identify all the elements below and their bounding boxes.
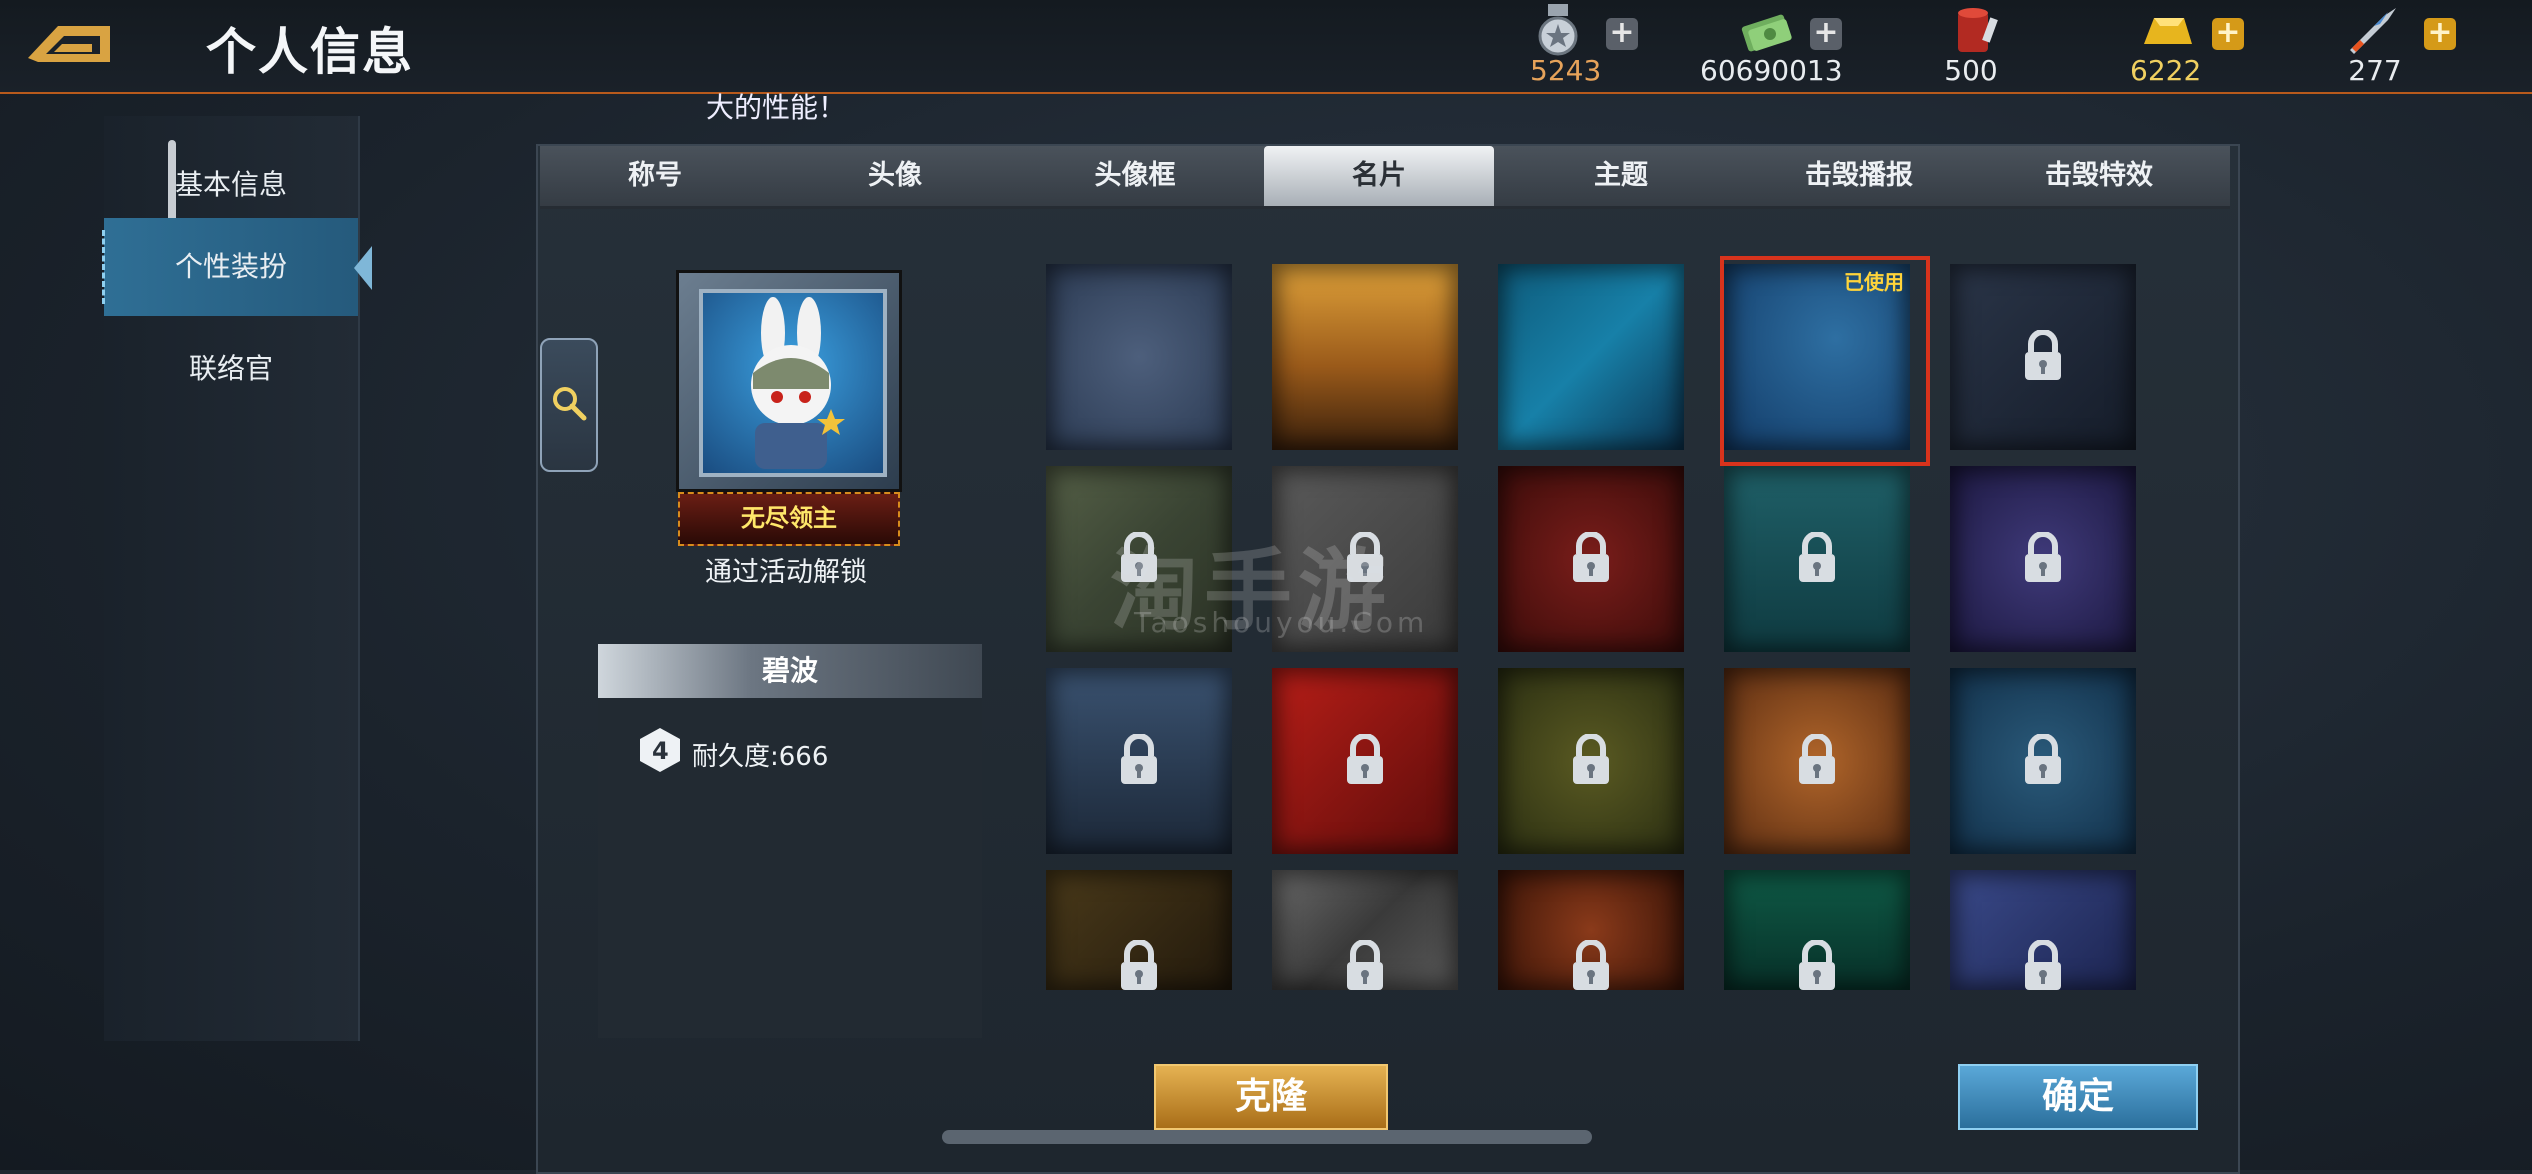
name-card-crimson[interactable] xyxy=(1498,466,1684,652)
resource-gold: 6222 + xyxy=(2130,0,2250,90)
lock-icon xyxy=(1117,733,1161,786)
name-card-blue-floral[interactable] xyxy=(1950,668,2136,854)
cash-count: 60690013 xyxy=(1700,54,1843,87)
page-title: 个人信息 xyxy=(206,23,414,81)
name-card-desert-sunset[interactable] xyxy=(1272,264,1458,450)
lock-icon xyxy=(1343,733,1387,786)
lock-icon xyxy=(1117,939,1161,990)
name-card-honeycomb-blue[interactable] xyxy=(1046,264,1232,450)
rocket-count: 277 xyxy=(2348,54,2402,87)
rabbit-soldier-icon xyxy=(751,297,845,469)
card-info-box: 碧波 4 耐久度:666 xyxy=(598,644,982,1038)
name-card-indigo-stripe[interactable] xyxy=(1950,870,2136,990)
cash-icon xyxy=(1741,14,1792,52)
add-rocket-button[interactable]: + xyxy=(2424,18,2456,50)
rocket-icon xyxy=(2350,8,2396,54)
add-gold-button[interactable]: + xyxy=(2212,18,2244,50)
active-indicator xyxy=(102,230,105,304)
name-card-silver-stripe[interactable] xyxy=(1272,870,1458,990)
sidebar-item-customization[interactable]: 个性装扮 xyxy=(102,218,372,316)
paint-count: 500 xyxy=(1944,54,1998,87)
durability-value: 耐久度:666 xyxy=(692,742,829,772)
gold-count: 6222 xyxy=(2130,54,2202,87)
tab-bar: 称号 头像 头像框 名片 主题 击毁播报 击毁特效 xyxy=(540,146,2230,209)
medal-icon xyxy=(1538,4,1578,56)
tab-avatar[interactable]: 头像 xyxy=(780,146,1010,206)
sidebar-item-label: 联络官 xyxy=(188,352,273,385)
durability-icon: 4 xyxy=(640,728,680,772)
add-cash-button[interactable]: + xyxy=(1810,18,1842,50)
svg-text:4: 4 xyxy=(652,737,669,765)
name-card-green-deep[interactable] xyxy=(1724,870,1910,990)
unlock-hint: 通过活动解锁 xyxy=(705,557,867,588)
scrolling-ticker: 大的性能！ xyxy=(706,91,847,124)
add-medal-button[interactable]: + xyxy=(1606,18,1638,50)
lock-icon xyxy=(1569,733,1613,786)
tab-kill-broadcast[interactable]: 击毁播报 xyxy=(1744,146,1974,206)
name-card-star-dark[interactable] xyxy=(1950,264,2136,450)
nameplate: 无尽领主 xyxy=(678,492,900,546)
lock-icon xyxy=(1795,939,1839,990)
chevron-left-icon xyxy=(354,246,372,290)
sidebar: 基本信息 个性装扮 联络官 xyxy=(102,116,372,1041)
tab-name-card[interactable]: 名片 xyxy=(1264,146,1494,206)
selection-frame xyxy=(1720,256,1930,466)
name-card-teal-sea[interactable] xyxy=(1724,466,1910,652)
name-card-red-star-flag[interactable] xyxy=(1272,668,1458,854)
confirm-button[interactable]: 确定 xyxy=(1958,1064,2198,1130)
sidebar-item-liaison[interactable]: 联络官 xyxy=(104,320,358,418)
resource-cash: 60690013 + xyxy=(1700,0,1843,90)
avatar-image xyxy=(699,289,887,477)
resource-paint: 500 xyxy=(1936,0,2016,90)
watermark-url: Taoshouyou.Com xyxy=(1134,606,1429,639)
avatar-preview xyxy=(676,270,902,492)
search-icon xyxy=(553,387,587,421)
tab-theme[interactable]: 主题 xyxy=(1506,146,1736,206)
top-bar: 个人信息 5243 + 60690013 + 500 6222 + 277 + xyxy=(0,0,2532,94)
lock-icon xyxy=(1343,939,1387,990)
sidebar-item-label: 个性装扮 xyxy=(174,250,287,283)
gold-bar-icon xyxy=(2144,18,2192,44)
search-button[interactable] xyxy=(540,338,598,472)
lock-icon xyxy=(2021,531,2065,584)
card-name: 碧波 xyxy=(598,644,982,698)
name-card-hex-tech[interactable] xyxy=(1498,264,1684,450)
lock-icon xyxy=(1795,733,1839,786)
lock-icon xyxy=(2021,329,2065,382)
paint-bucket-icon xyxy=(1958,8,1998,52)
medal-count: 5243 xyxy=(1530,54,1602,87)
name-card-floral-olive[interactable] xyxy=(1498,668,1684,854)
lock-icon xyxy=(1795,531,1839,584)
tab-title[interactable]: 称号 xyxy=(540,146,770,206)
sidebar-item-label: 基本信息 xyxy=(174,168,287,201)
lock-icon xyxy=(2021,939,2065,990)
back-arrow-icon[interactable] xyxy=(18,18,114,68)
tab-avatar-frame[interactable]: 头像框 xyxy=(1020,146,1250,206)
clone-button[interactable]: 克隆 xyxy=(1154,1064,1388,1130)
name-card-purple-night[interactable] xyxy=(1950,466,2136,652)
name-card-red-pattern[interactable] xyxy=(1498,870,1684,990)
lock-icon xyxy=(1569,531,1613,584)
lock-icon xyxy=(1569,939,1613,990)
name-card-helicopter-night[interactable] xyxy=(1046,668,1232,854)
resource-rocket: 277 + xyxy=(2340,0,2460,90)
lock-icon xyxy=(2021,733,2065,786)
name-card-autumn-leaves[interactable] xyxy=(1724,668,1910,854)
name-card-gold-star[interactable] xyxy=(1046,870,1232,990)
resource-medals: 5243 + xyxy=(1530,0,1640,90)
horizontal-scrollbar[interactable] xyxy=(942,1130,1592,1144)
tab-kill-effect[interactable]: 击毁特效 xyxy=(1984,146,2214,206)
